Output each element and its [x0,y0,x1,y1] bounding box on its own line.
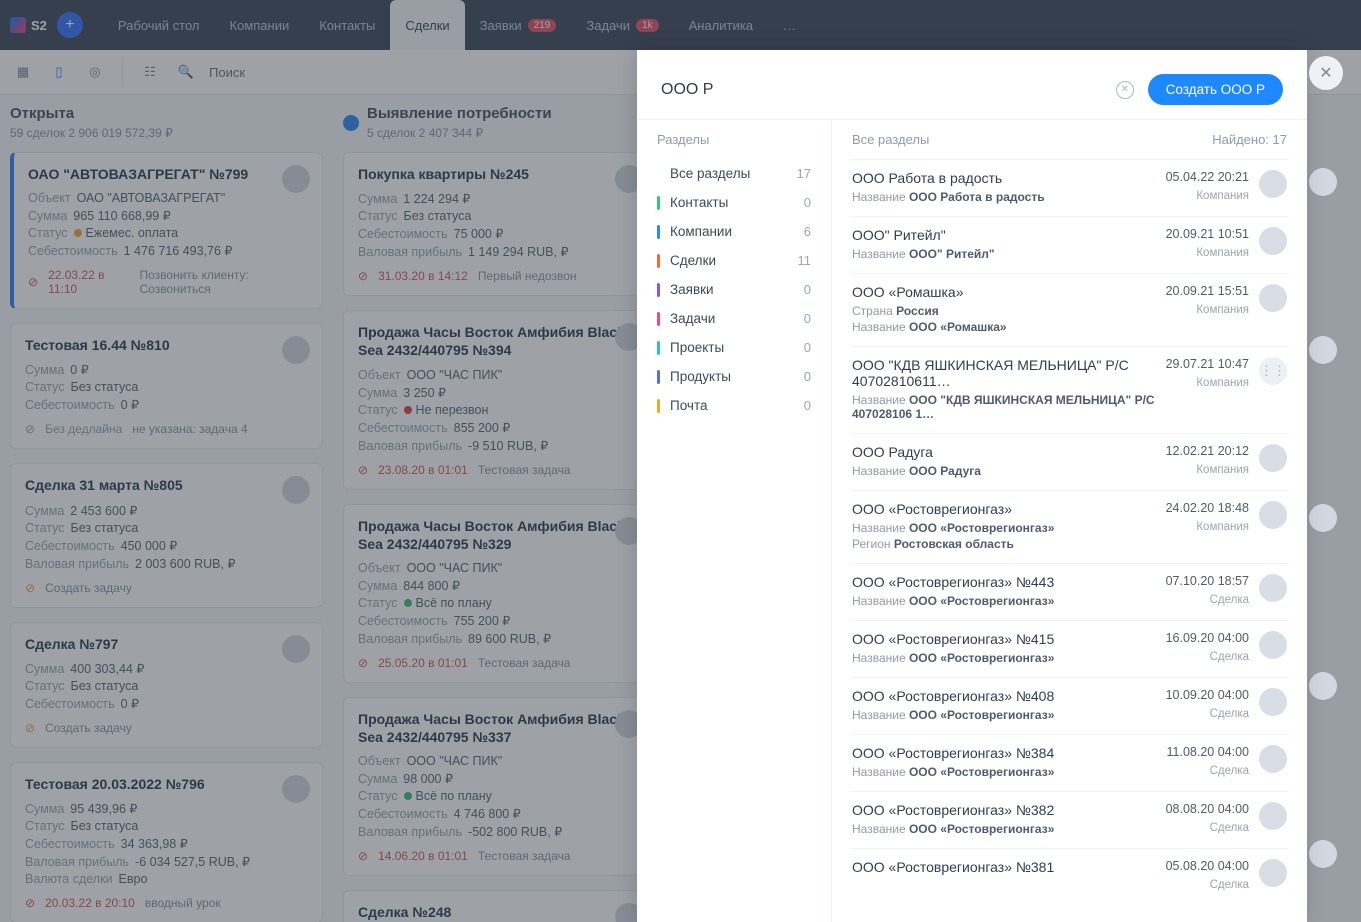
result-row[interactable]: ООО «Ростоврегионгаз» Название ООО «Росто… [850,490,1289,563]
result-row[interactable]: ООО Работа в радость Название ООО Работа … [850,159,1289,216]
avatar [1259,170,1287,198]
avatar [1309,672,1337,700]
result-type: Сделка [1210,879,1249,891]
result-date: 08.08.20 04:00 [1166,802,1249,816]
result-type: Сделка [1210,594,1249,606]
result-row[interactable]: ООО «Ростоврегионгаз» №381 05.08.20 04:0… [850,848,1289,901]
result-type: Компания [1196,190,1249,202]
result-title: ООО «Ростоврегионгаз» №381 [852,859,1156,875]
result-row[interactable]: ООО «Ростоврегионгаз» №384 Название ООО «… [850,734,1289,791]
results-count: Найдено: 17 [1212,132,1287,147]
avatar [1259,444,1287,472]
result-field: Название ООО "КДВ ЯШКИНСКАЯ МЕЛЬНИЦА" Р/… [852,393,1156,421]
modal-sections: Разделы Все разделы17Контакты0Компании6С… [637,120,832,922]
result-type: Сделка [1210,651,1249,663]
result-type: Сделка [1210,708,1249,720]
result-row[interactable]: ООО Радуга Название ООО Радуга 12.02.21 2… [850,433,1289,490]
result-type: Сделка [1210,822,1249,834]
avatar [1259,574,1287,602]
section-item[interactable]: Почта0 [637,391,831,420]
result-type: Компания [1196,247,1249,259]
result-date: 29.07.21 10:47 [1166,357,1249,371]
avatar [1309,504,1337,532]
result-field: Название ООО «Ростоврегионгаз» [852,708,1156,722]
result-title: ООО «Ростоврегионгаз» [852,501,1156,517]
result-title: ООО «Ростоврегионгаз» №408 [852,688,1156,704]
result-title: ООО «Ростоврегионгаз» №415 [852,631,1156,647]
avatar: ⋮⋮ [1259,357,1287,385]
result-type: Компания [1196,464,1249,476]
result-date: 05.04.22 20:21 [1166,170,1249,184]
avatar [1259,501,1287,529]
avatar [1259,631,1287,659]
avatar [1309,840,1337,868]
result-date: 10.09.20 04:00 [1166,688,1249,702]
result-date: 05.08.20 04:00 [1166,859,1249,873]
result-field: Регион Ростовская область [852,537,1156,551]
sections-title: Разделы [637,132,831,159]
clear-icon[interactable]: ✕ [1116,81,1134,99]
result-row[interactable]: ООО «Ростоврегионгаз» №382 Название ООО «… [850,791,1289,848]
result-row[interactable]: ООО" Ритейл" Название ООО" Ритейл" 20.09.… [850,216,1289,273]
result-title: ООО «Ростоврегионгаз» №382 [852,802,1156,818]
result-title: ООО «Ростоврегионгаз» №384 [852,745,1157,761]
result-title: ООО «Ростоврегионгаз» №443 [852,574,1156,590]
result-field: Название ООО «Ростоврегионгаз» [852,651,1156,665]
avatar [1309,336,1337,364]
avatar [1259,284,1287,312]
result-title: ООО Радуга [852,444,1156,460]
result-field: Название ООО" Ритейл" [852,247,1156,261]
section-item[interactable]: Контакты0 [637,188,831,217]
result-field: Название ООО «Ростоврегионгаз» [852,521,1156,535]
result-field: Название ООО «Ромашка» [852,320,1156,334]
result-type: Компания [1196,304,1249,316]
result-row[interactable]: ООО «Ромашка» Страна Россия Название ООО «… [850,273,1289,346]
result-title: ООО" Ритейл" [852,227,1156,243]
result-row[interactable]: ООО "КДВ ЯШКИНСКАЯ МЕЛЬНИЦА" Р/С 4070281… [850,346,1289,433]
result-title: ООО "КДВ ЯШКИНСКАЯ МЕЛЬНИЦА" Р/С 4070281… [852,357,1156,389]
result-title: ООО Работа в радость [852,170,1156,186]
modal-search-row: ✕ Создать ООО Р [637,50,1307,119]
result-row[interactable]: ООО «Ростоврегионгаз» №415 Название ООО «… [850,620,1289,677]
results-heading: Все разделы [852,132,929,147]
result-date: 12.02.21 20:12 [1166,444,1249,458]
edge-avatars [1309,168,1337,868]
result-field: Название ООО «Ростоврегионгаз» [852,765,1157,779]
avatar [1259,802,1287,830]
result-row[interactable]: ООО «Ростоврегионгаз» №443 Название ООО «… [850,563,1289,620]
avatar [1259,745,1287,773]
section-item[interactable]: Заявки0 [637,275,831,304]
result-type: Сделка [1210,765,1249,777]
section-item[interactable]: Сделки11 [637,246,831,275]
result-title: ООО «Ромашка» [852,284,1156,300]
section-item[interactable]: Продукты0 [637,362,831,391]
result-type: Компания [1196,377,1249,389]
avatar [1259,227,1287,255]
result-date: 20.09.21 15:51 [1166,284,1249,298]
result-date: 07.10.20 18:57 [1166,574,1249,588]
result-date: 24.02.20 18:48 [1166,501,1249,515]
result-field: Название ООО Работа в радость [852,190,1156,204]
close-button[interactable]: ✕ [1309,56,1343,90]
result-field: Название ООО «Ростоврегионгаз» [852,822,1156,836]
search-modal: ✕ Создать ООО Р Разделы Все разделы17Кон… [637,50,1307,922]
section-item[interactable]: Проекты0 [637,333,831,362]
section-item[interactable]: Задачи0 [637,304,831,333]
modal-results: Все разделы Найдено: 17 ООО Работа в рад… [832,120,1307,922]
section-item[interactable]: Все разделы17 [637,159,831,188]
create-button[interactable]: Создать ООО Р [1148,74,1283,105]
result-date: 11.08.20 04:00 [1167,745,1249,759]
avatar [1259,688,1287,716]
avatar [1259,859,1287,887]
section-item[interactable]: Компании6 [637,217,831,246]
result-date: 16.09.20 04:00 [1166,631,1249,645]
modal-search-input[interactable] [661,77,1134,103]
result-field: Название ООО Радуга [852,464,1156,478]
result-date: 20.09.21 10:51 [1166,227,1249,241]
result-row[interactable]: ООО «Ростоврегионгаз» №408 Название ООО «… [850,677,1289,734]
result-field: Страна Россия [852,304,1156,318]
avatar [1309,168,1337,196]
result-type: Компания [1196,521,1249,533]
result-field: Название ООО «Ростоврегионгаз» [852,594,1156,608]
